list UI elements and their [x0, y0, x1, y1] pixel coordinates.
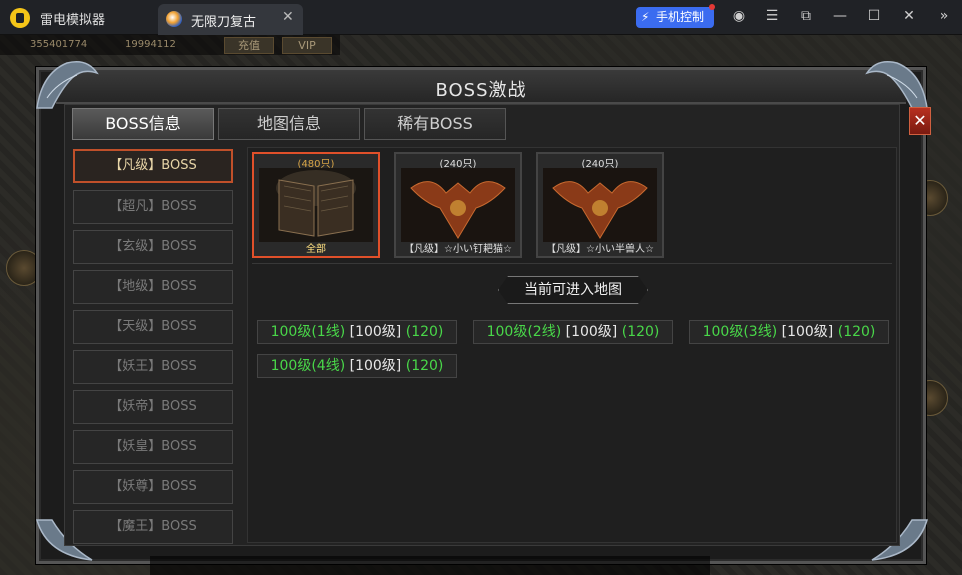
- category-item[interactable]: 【天级】BOSS: [73, 310, 233, 344]
- user-icon[interactable]: ◉: [729, 8, 749, 24]
- tab-map-info[interactable]: 地图信息: [218, 108, 360, 140]
- map-level: [100级]: [565, 324, 618, 340]
- panel-title: BOSS激战: [435, 80, 527, 101]
- boss-card-all[interactable]: (480只) 全部: [252, 152, 380, 258]
- dragon-boss-icon: [543, 168, 657, 242]
- card-label: 【凡级】☆小い钉耙猫☆: [404, 244, 512, 255]
- map-name: 100级(4线): [270, 358, 346, 374]
- minimize-icon[interactable]: —: [830, 8, 850, 24]
- gold-amount: 355401774: [30, 39, 88, 50]
- map-count: (120): [405, 358, 444, 374]
- category-item[interactable]: 【妖王】BOSS: [73, 350, 233, 384]
- tab-close-icon[interactable]: ✕: [282, 9, 294, 25]
- category-item[interactable]: 【地级】BOSS: [73, 270, 233, 304]
- boss-card[interactable]: (240只) 【凡级】☆小い半兽人☆: [536, 152, 664, 258]
- category-item[interactable]: 【凡级】BOSS: [73, 149, 233, 183]
- game-tab[interactable]: 无限刀复古 ✕: [158, 4, 303, 35]
- bolt-icon: ⚡: [641, 10, 650, 24]
- dragon-boss-icon: [401, 168, 515, 242]
- map-entry-button[interactable]: 100级(1线) [100级] (120): [257, 320, 457, 344]
- tab-rare-boss[interactable]: 稀有BOSS: [364, 108, 506, 140]
- map-name: 100级(1线): [270, 324, 346, 340]
- content-divider: [252, 263, 892, 264]
- collapse-icon[interactable]: »: [934, 8, 954, 24]
- panel-title-bar: BOSS激战: [56, 70, 906, 104]
- map-count: (120): [837, 324, 876, 340]
- map-section-header: 当前可进入地图: [498, 276, 648, 304]
- boss-card[interactable]: (240只) 【凡级】☆小い钉耙猫☆: [394, 152, 522, 258]
- panel-close-button[interactable]: ✕: [909, 107, 931, 135]
- phone-control-label: 手机控制: [656, 10, 705, 24]
- card-label: 【凡级】☆小い半兽人☆: [546, 244, 654, 255]
- category-item[interactable]: 【妖帝】BOSS: [73, 390, 233, 424]
- game-tab-label: 无限刀复古: [191, 15, 257, 30]
- map-entry-button[interactable]: 100级(3线) [100级] (120): [689, 320, 889, 344]
- map-entry-button[interactable]: 100级(2线) [100级] (120): [473, 320, 673, 344]
- leidian-logo-icon: [10, 8, 30, 28]
- category-item[interactable]: 【魔王】BOSS: [73, 510, 233, 544]
- map-level: [100级]: [781, 324, 834, 340]
- close-icon[interactable]: ✕: [899, 8, 919, 24]
- map-name: 100级(2线): [486, 324, 562, 340]
- diamond-amount: 19994112: [125, 39, 176, 50]
- app-name: 雷电模拟器: [40, 13, 106, 28]
- phone-control-button[interactable]: ⚡ 手机控制: [636, 7, 714, 28]
- category-item[interactable]: 【妖皇】BOSS: [73, 430, 233, 464]
- category-item[interactable]: 【玄级】BOSS: [73, 230, 233, 264]
- card-label: 全部: [306, 244, 326, 255]
- vip-button[interactable]: VIP: [282, 37, 332, 54]
- map-level: [100级]: [349, 324, 402, 340]
- game-tab-icon: [166, 11, 182, 27]
- book-icon: [259, 168, 373, 242]
- emulator-titlebar: 雷电模拟器 无限刀复古 ✕ ⚡ 手机控制 ◉ ☰ ⧉ — ☐ ✕ »: [0, 0, 962, 35]
- map-entry-button[interactable]: 100级(4线) [100级] (120): [257, 354, 457, 378]
- recharge-button[interactable]: 充值: [224, 37, 274, 54]
- menu-icon[interactable]: ☰: [762, 8, 782, 24]
- category-item[interactable]: 【妖尊】BOSS: [73, 470, 233, 504]
- map-count: (120): [621, 324, 660, 340]
- category-item[interactable]: 【超凡】BOSS: [73, 190, 233, 224]
- map-name: 100级(3线): [702, 324, 778, 340]
- tab-boss-info[interactable]: BOSS信息: [72, 108, 214, 140]
- external-icon[interactable]: ⧉: [796, 8, 816, 24]
- hud-bottom-bar: [150, 556, 710, 575]
- notification-dot: [709, 4, 715, 10]
- maximize-icon[interactable]: ☐: [864, 8, 884, 24]
- map-level: [100级]: [349, 358, 402, 374]
- map-count: (120): [405, 324, 444, 340]
